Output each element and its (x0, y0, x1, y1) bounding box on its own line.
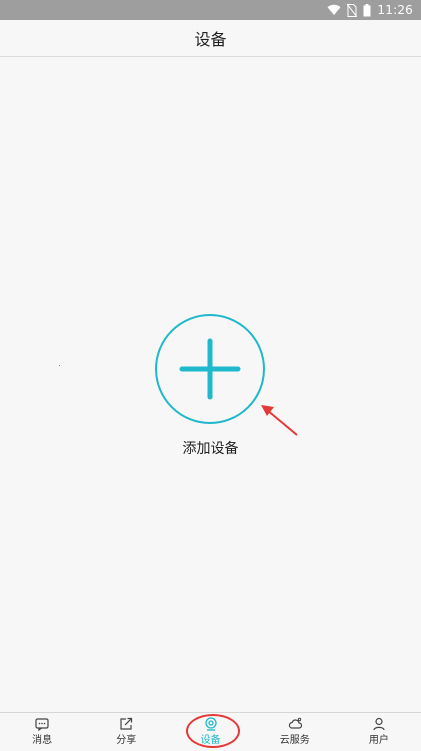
nav-label-cloud: 云服务 (279, 735, 310, 746)
share-icon (120, 717, 133, 730)
nav-label-devices: 设备 (200, 735, 221, 746)
message-icon (35, 718, 49, 731)
status-icons: 11:26 (327, 2, 413, 18)
status-time: 11:26 (377, 3, 413, 17)
bottom-nav: 消息 分享 设备 云服务 用户 (0, 712, 421, 751)
wifi-icon (327, 4, 341, 16)
nav-label-messages: 消息 (32, 735, 53, 746)
battery-icon (363, 3, 371, 17)
nav-item-cloud[interactable]: 云服务 (253, 713, 337, 751)
user-icon (373, 717, 385, 731)
nav-item-user[interactable]: 用户 (337, 713, 421, 751)
cloud-icon (288, 717, 302, 729)
stray-dot (59, 365, 60, 366)
no-sim-icon (347, 3, 358, 17)
plus-icon (179, 338, 241, 400)
nav-label-share: 分享 (116, 735, 137, 746)
nav-item-share[interactable]: 分享 (84, 713, 168, 751)
page-title: 设备 (194, 30, 227, 49)
main-content: 添加设备 (0, 57, 421, 712)
nav-item-devices[interactable]: 设备 (168, 713, 252, 751)
add-device-button[interactable] (155, 314, 265, 424)
device-camera-icon (204, 717, 217, 731)
nav-item-messages[interactable]: 消息 (0, 713, 84, 751)
add-device-label[interactable]: 添加设备 (0, 438, 421, 458)
status-bar: 11:26 (0, 0, 421, 20)
nav-label-user: 用户 (368, 735, 389, 746)
app-header: 设备 (0, 20, 421, 57)
